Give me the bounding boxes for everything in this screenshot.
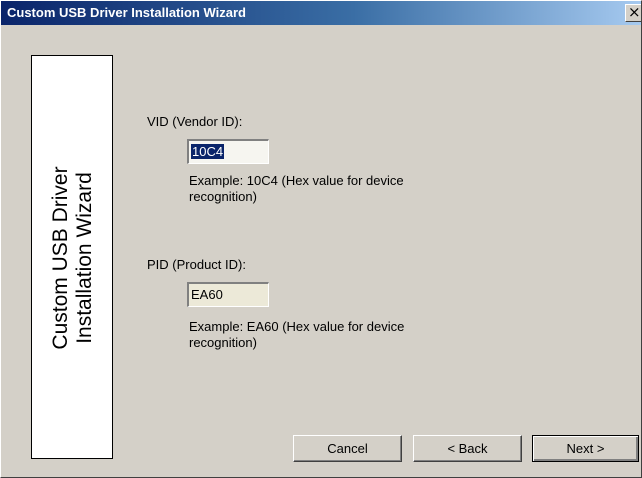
close-button[interactable]: × (625, 4, 641, 22)
vid-label: VID (Vendor ID): (147, 114, 243, 129)
close-icon: × (628, 4, 641, 21)
vid-hint: Example: 10C4 (Hex value for device reco… (189, 173, 404, 204)
back-button[interactable]: < Back (413, 435, 522, 462)
sidebar-banner: Custom USB Driver Installation Wizard (31, 55, 113, 459)
sidebar-title-line2: Installation Wizard (73, 172, 96, 344)
vid-input-value: 10C4 (191, 144, 225, 159)
pid-input-value: EA60 (191, 287, 223, 302)
title-bar[interactable]: Custom USB Driver Installation Wizard × (1, 1, 641, 25)
sidebar-title: Custom USB Driver Installation Wizard (49, 166, 97, 349)
window-title: Custom USB Driver Installation Wizard (7, 5, 246, 20)
vid-input[interactable]: 10C4 (187, 139, 269, 164)
pid-input[interactable]: EA60 (187, 282, 269, 307)
pid-label: PID (Product ID): (147, 257, 246, 272)
pid-hint: Example: EA60 (Hex value for device reco… (189, 319, 405, 350)
cancel-button[interactable]: Cancel (293, 435, 402, 462)
next-button[interactable]: Next > (532, 435, 639, 462)
sidebar-title-line1: Custom USB Driver (49, 166, 72, 350)
wizard-window: Custom USB Driver Installation Wizard × … (0, 0, 642, 478)
